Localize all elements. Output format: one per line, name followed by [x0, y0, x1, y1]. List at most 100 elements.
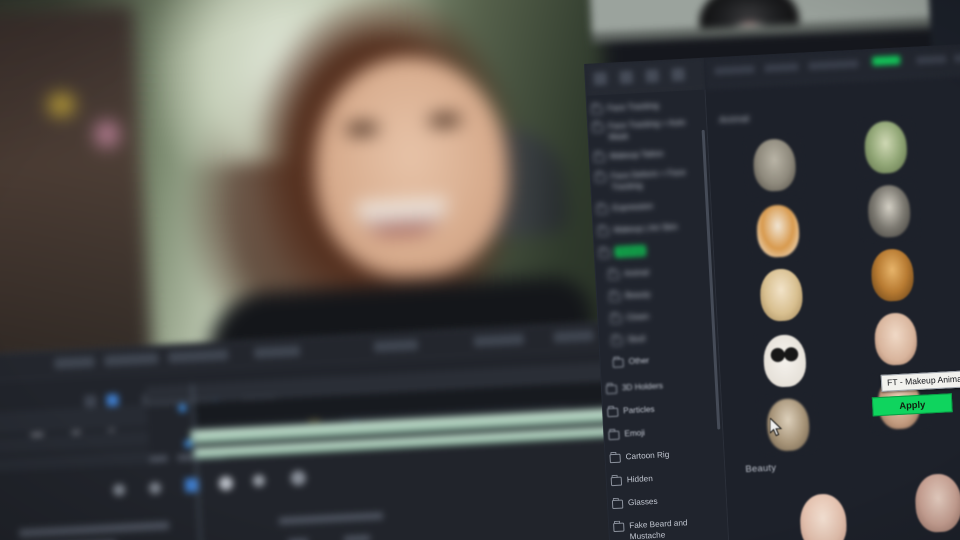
app-window: Face Tracking Face Tracking + Auto Mask … — [0, 0, 960, 540]
face-tools-plugin-panel[interactable]: Face Tracking Face Tracking + Auto Mask … — [584, 43, 960, 540]
category-item-glasses[interactable]: Glasses — [611, 492, 722, 510]
timeline-tab-1[interactable] — [54, 356, 95, 370]
section-label-beauty: Beauty — [745, 462, 777, 476]
timeline-slip-icon[interactable] — [218, 476, 234, 491]
preset-thumb-owl[interactable] — [757, 394, 819, 456]
filter-icon[interactable] — [645, 69, 660, 83]
mouse-cursor — [770, 418, 783, 437]
preset-tooltip: FT - Makeup Animal - Tiger — [880, 368, 960, 392]
timeline-panel[interactable] — [0, 320, 627, 540]
folder-icon — [609, 453, 621, 464]
folder-icon — [610, 476, 623, 487]
animal-face-icon — [873, 311, 919, 367]
animal-face-icon — [759, 267, 804, 323]
folder-icon — [598, 248, 611, 259]
list-icon[interactable] — [619, 70, 634, 85]
category-item-animal-selected[interactable]: Animal — [598, 242, 709, 259]
category-item-fake-beard-and-mustache[interactable]: Fake Beard and Mustache — [613, 515, 724, 540]
timeline-track-header-a2[interactable] — [0, 450, 150, 476]
folder-icon — [611, 336, 623, 346]
timeline-footer-label-1 — [19, 521, 170, 538]
preview-building — [0, 5, 155, 403]
animal-face-icon — [863, 120, 909, 175]
timeline-hand-icon[interactable] — [148, 481, 162, 495]
category-item-face-tracking[interactable]: Face Tracking — [591, 98, 701, 115]
timeline-pen-icon[interactable] — [252, 474, 266, 487]
grid-icon[interactable] — [593, 71, 608, 86]
timeline-tool-2[interactable] — [106, 393, 119, 407]
grid-header-tab-5[interactable] — [954, 53, 960, 63]
preset-thumb-deer[interactable] — [865, 308, 927, 370]
apply-button[interactable]: Apply — [871, 393, 953, 417]
animal-face-icon — [866, 184, 912, 239]
category-item-makeup-tattoo[interactable]: Makeup Tattoo — [593, 146, 704, 163]
category-item-expression[interactable]: Expression — [596, 198, 706, 215]
preset-thumb-beauty-natural[interactable] — [788, 488, 859, 540]
category-item-animal[interactable]: Animal — [607, 264, 710, 281]
folder-icon — [607, 270, 620, 281]
timeline-keyframe-1[interactable] — [177, 403, 188, 413]
status-badge[interactable] — [872, 55, 901, 66]
category-item-particles[interactable]: Particles — [607, 401, 717, 418]
timeline-text-icon[interactable] — [290, 470, 307, 486]
animal-face-icon — [755, 204, 801, 259]
folder-icon — [605, 384, 618, 395]
animal-face-icon — [752, 138, 797, 193]
preset-grid-header — [703, 43, 960, 89]
preset-grid-pane[interactable]: Animal Beauty FT - Makeup Animal Apply — [703, 43, 960, 540]
grid-header-tab-1[interactable] — [714, 65, 755, 76]
timeline-tool-1[interactable] — [84, 395, 97, 408]
preset-thumb-panda[interactable] — [754, 330, 816, 392]
timeline-zoom-icon[interactable] — [112, 483, 126, 497]
category-item-clown[interactable]: Clown — [610, 308, 712, 324]
folder-icon — [610, 314, 622, 324]
preset-thumb-zebra[interactable] — [858, 180, 920, 242]
beauty-face-icon — [798, 492, 848, 540]
timeline-footer-label-5 — [343, 534, 371, 540]
folder-icon — [609, 292, 621, 302]
timeline-tab-4[interactable] — [253, 345, 301, 359]
preset-thumb-tiger[interactable] — [861, 244, 923, 306]
timeline-tab-3[interactable] — [168, 349, 229, 364]
timeline-tab-7[interactable] — [553, 329, 595, 344]
category-item-beauty[interactable]: Beauty — [609, 286, 711, 302]
folder-icon — [593, 153, 606, 163]
preset-thumb-wolf[interactable] — [744, 134, 806, 196]
preset-thumb-frog[interactable] — [855, 116, 917, 178]
folder-icon — [612, 358, 624, 368]
timeline-tab-6[interactable] — [473, 333, 525, 348]
folder-icon — [591, 105, 603, 115]
animal-face-icon — [870, 248, 915, 303]
category-item-face-deform[interactable]: Face Deform + Face Tracking — [594, 166, 706, 194]
settings-icon[interactable] — [671, 67, 686, 82]
animal-face-icon — [762, 333, 808, 388]
beauty-face-icon — [913, 472, 960, 534]
folder-icon — [608, 430, 620, 441]
folder-icon — [594, 173, 607, 183]
timeline-tab-2[interactable] — [104, 352, 159, 367]
grid-header-tab-3[interactable] — [808, 59, 859, 71]
category-item-3d-holders[interactable]: 3D Holders — [605, 378, 716, 395]
preset-thumb-leopard[interactable] — [750, 264, 812, 326]
grid-header-tab-2[interactable] — [764, 62, 799, 73]
folder-icon — [607, 407, 619, 418]
folder-icon — [596, 204, 608, 215]
top-preview-panel — [588, 0, 960, 44]
timeline-tab-5[interactable] — [373, 339, 419, 353]
section-label-animal: Animal — [718, 113, 750, 126]
grid-header-tab-4[interactable] — [916, 55, 947, 65]
category-item-emoji[interactable]: Emoji — [608, 423, 718, 441]
category-item-other[interactable]: Other — [612, 352, 714, 368]
category-item-skull[interactable]: Skull — [611, 330, 713, 346]
preset-thumb-beauty-glam[interactable] — [903, 468, 960, 538]
folder-icon — [592, 123, 604, 133]
category-item-cartoon-rig[interactable]: Cartoon Rig — [609, 446, 719, 464]
folder-icon — [597, 226, 610, 237]
folder-icon — [613, 522, 625, 533]
folder-icon — [611, 499, 624, 510]
preset-thumb-fox[interactable] — [747, 200, 809, 262]
category-item-makeup-art-skin[interactable]: Makeup | Art Skin — [597, 220, 707, 237]
timeline-footer-label-3 — [278, 512, 384, 525]
category-item-hidden[interactable]: Hidden — [610, 469, 721, 487]
category-item-face-tracking-auto-mask[interactable]: Face Tracking + Auto Mask — [592, 116, 703, 144]
